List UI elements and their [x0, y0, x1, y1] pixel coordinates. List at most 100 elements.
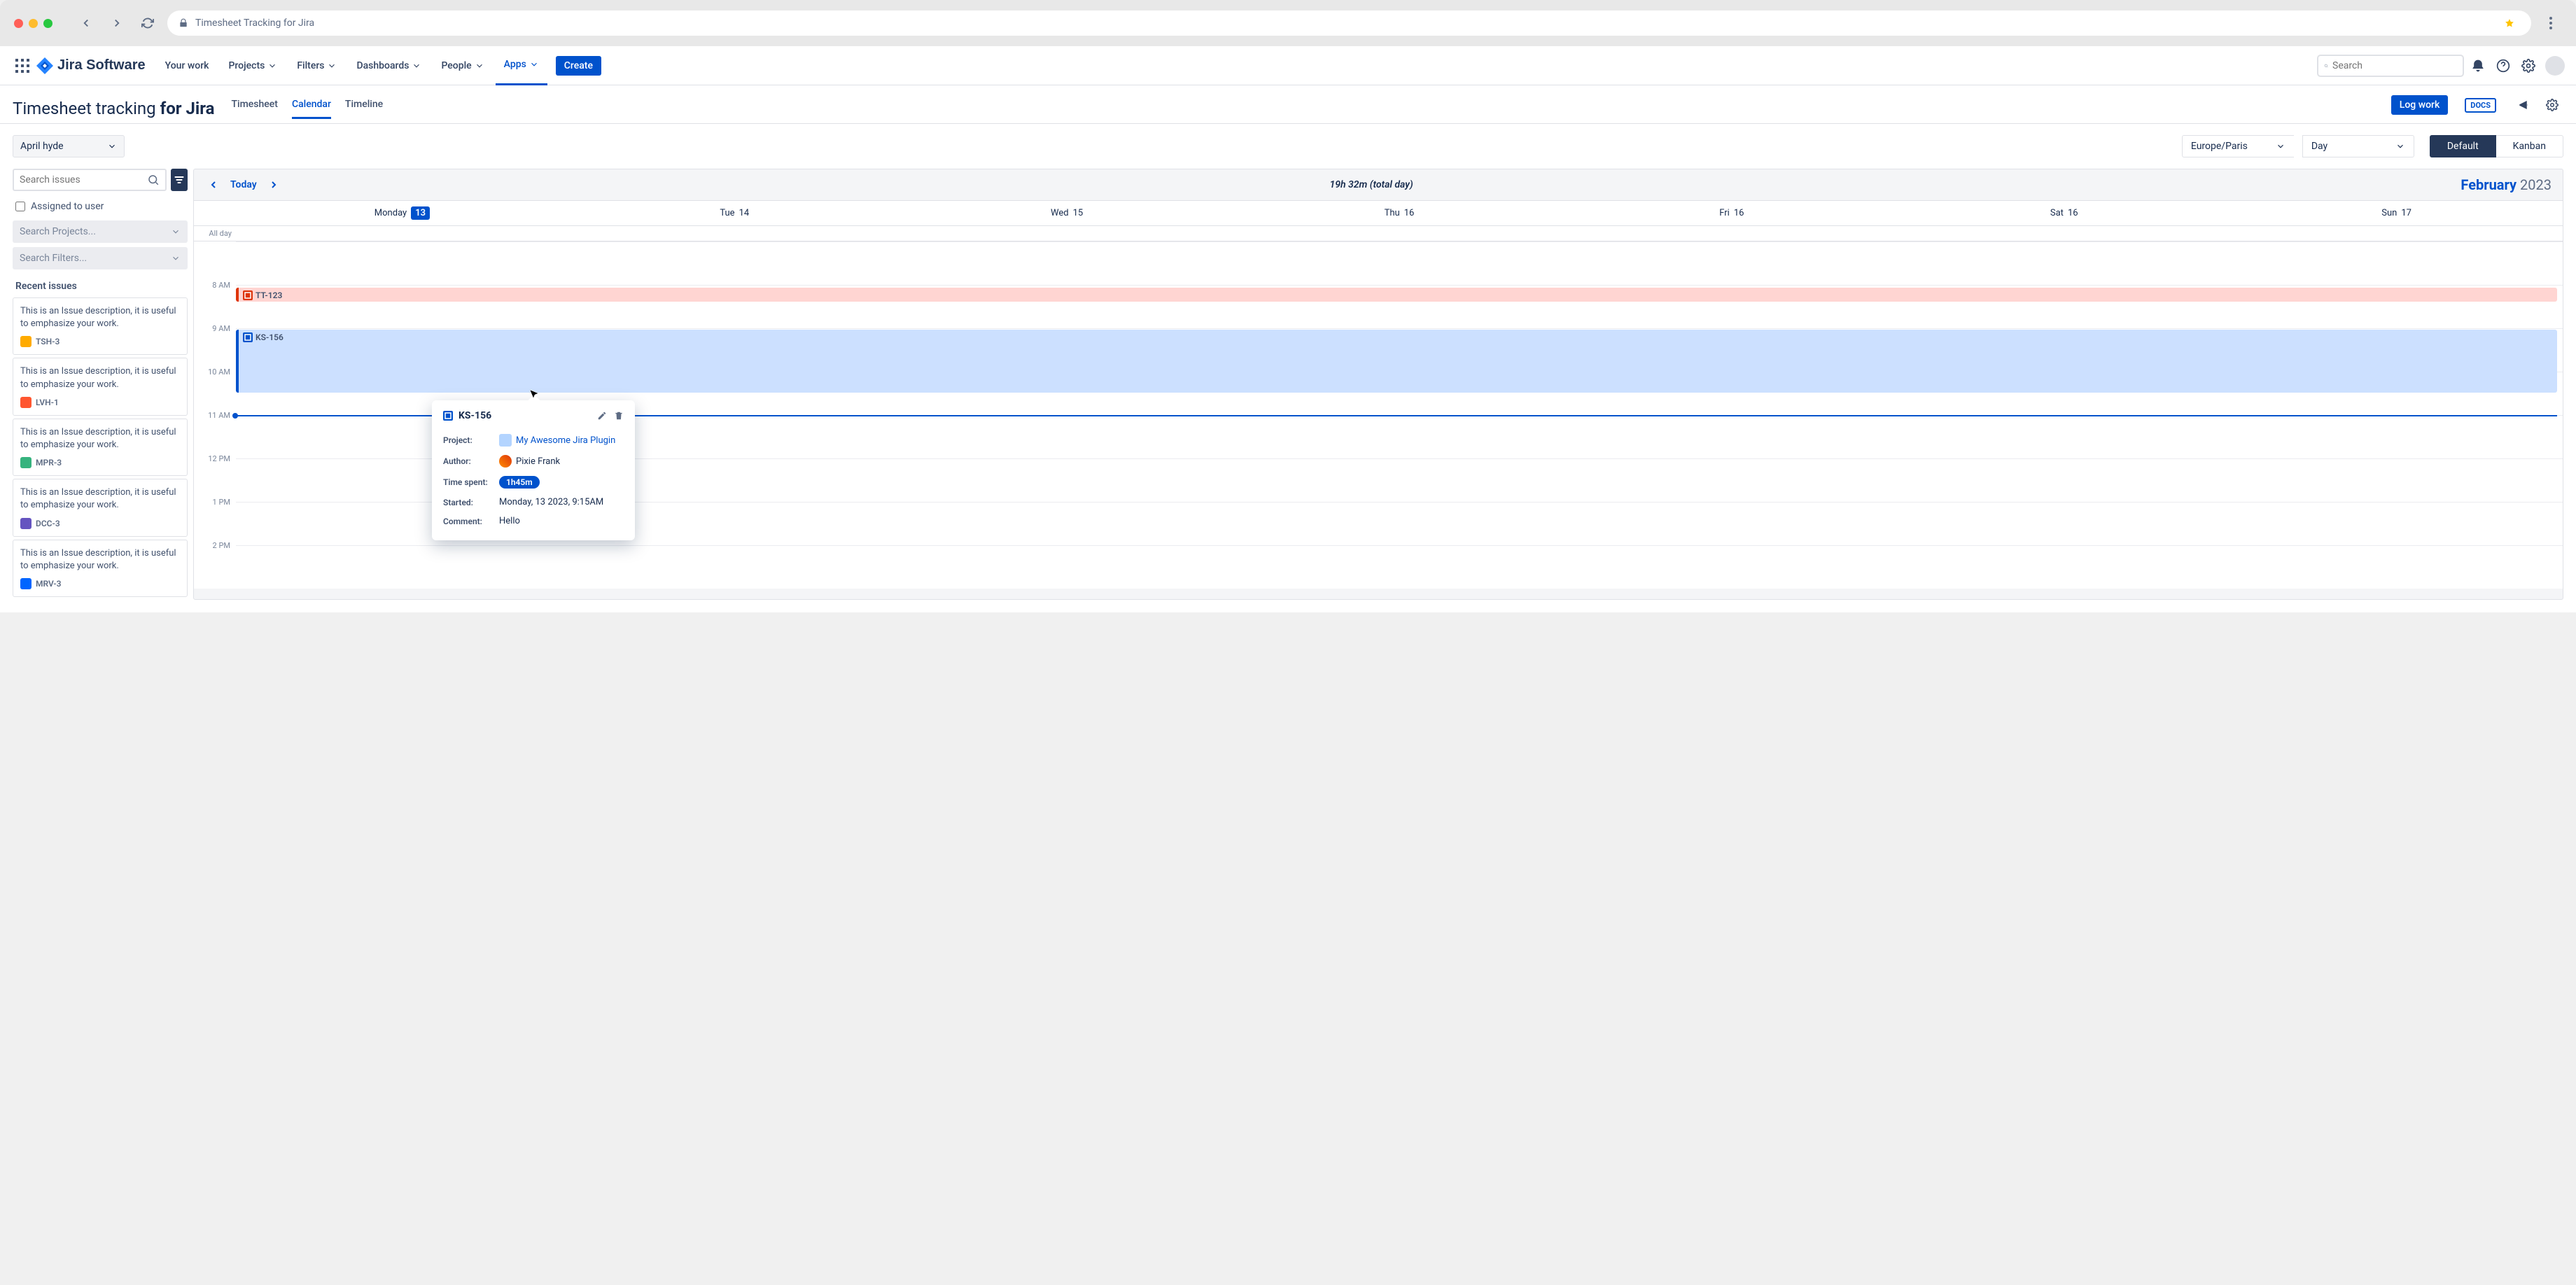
- forward-button[interactable]: [106, 12, 128, 34]
- back-button[interactable]: [75, 12, 97, 34]
- chevron-down-icon: [412, 61, 421, 71]
- app-switcher-icon[interactable]: [11, 55, 34, 77]
- calendar-event[interactable]: TT-123: [236, 288, 2557, 302]
- project-icon: [499, 434, 512, 447]
- view-select[interactable]: Day: [2302, 135, 2414, 157]
- issue-type-icon: [20, 518, 31, 529]
- delete-icon[interactable]: [614, 411, 624, 421]
- browser-chrome: Timesheet Tracking for Jira: [0, 0, 2576, 46]
- total-day-label: 19h 32m (total day): [1329, 179, 1413, 190]
- layout-tab-default[interactable]: Default: [2430, 135, 2496, 157]
- notifications-icon[interactable]: [2467, 55, 2489, 77]
- day-header: Monday 13: [236, 201, 568, 225]
- jira-logo-text: Jira Software: [57, 57, 146, 73]
- traffic-lights: [14, 19, 52, 28]
- author-avatar: [499, 455, 512, 468]
- day-header: Wed 15: [901, 201, 1233, 225]
- tab-calendar[interactable]: Calendar: [292, 99, 331, 119]
- nav-item-dashboards[interactable]: Dashboards: [348, 46, 430, 85]
- prev-period-button[interactable]: [205, 176, 222, 193]
- chevron-down-icon: [529, 59, 539, 69]
- chevron-down-icon: [171, 253, 181, 263]
- docs-button[interactable]: DOCS: [2465, 98, 2496, 113]
- time-spent-pill: 1h45m: [499, 476, 540, 489]
- issue-type-icon: [243, 332, 253, 342]
- day-header: Thu 16: [1233, 201, 1566, 225]
- user-select[interactable]: April hyde: [13, 135, 125, 157]
- issue-card[interactable]: This is an Issue description, it is usef…: [13, 297, 188, 355]
- minimize-window[interactable]: [29, 19, 38, 28]
- jira-top-nav: Jira Software Your workProjectsFiltersDa…: [0, 46, 2576, 85]
- nav-item-apps[interactable]: Apps: [496, 46, 547, 85]
- user-avatar[interactable]: [2545, 56, 2565, 76]
- help-icon[interactable]: [2492, 55, 2514, 77]
- close-window[interactable]: [14, 19, 23, 28]
- search-icon: [2324, 60, 2328, 71]
- tab-timeline[interactable]: Timeline: [345, 99, 383, 119]
- chevron-down-icon: [107, 141, 117, 151]
- day-header: Sat 16: [1898, 201, 2230, 225]
- day-header: Sun 17: [2230, 201, 2563, 225]
- reload-button[interactable]: [136, 12, 159, 34]
- browser-menu[interactable]: [2540, 17, 2562, 29]
- timezone-select[interactable]: Europe/Paris: [2182, 135, 2294, 157]
- edit-icon[interactable]: [597, 411, 607, 421]
- whats-new-icon[interactable]: [2513, 94, 2535, 116]
- issue-card[interactable]: This is an Issue description, it is usef…: [13, 540, 188, 597]
- filter-icon: [174, 174, 185, 185]
- nav-item-filters[interactable]: Filters: [288, 46, 345, 85]
- assigned-to-user-checkbox[interactable]: Assigned to user: [13, 197, 188, 216]
- settings-icon[interactable]: [2517, 55, 2540, 77]
- jira-logo-icon: [36, 57, 53, 74]
- chevron-down-icon: [327, 61, 337, 71]
- calendar-area: Today 19h 32m (total day) February 2023 …: [193, 169, 2563, 600]
- filter-button[interactable]: [171, 169, 188, 191]
- today-button[interactable]: Today: [230, 179, 257, 190]
- search-projects-select[interactable]: Search Projects...: [13, 220, 188, 243]
- global-search[interactable]: [2317, 55, 2464, 77]
- sidebar: Assigned to user Search Projects... Sear…: [13, 169, 188, 600]
- lock-icon: [178, 18, 188, 28]
- layout-tab-group: DefaultKanban: [2430, 135, 2563, 157]
- nav-item-projects[interactable]: Projects: [220, 46, 286, 85]
- chevron-down-icon: [2395, 141, 2405, 151]
- event-popover: KS-156 Project: My Awesome Jira Plugin A…: [432, 400, 635, 540]
- chevron-down-icon: [267, 61, 277, 71]
- nav-item-people[interactable]: People: [433, 46, 492, 85]
- url-bar[interactable]: Timesheet Tracking for Jira: [167, 10, 2531, 36]
- issue-type-icon: [243, 290, 253, 300]
- maximize-window[interactable]: [43, 19, 52, 28]
- search-issues-box[interactable]: [13, 169, 167, 191]
- issue-card[interactable]: This is an Issue description, it is usef…: [13, 419, 188, 476]
- calendar-event[interactable]: KS-156: [236, 330, 2557, 393]
- issue-type-icon: [20, 397, 31, 408]
- day-header: Tue 14: [568, 201, 901, 225]
- page-header: Timesheet tracking for Jira Timesheet Cal…: [0, 85, 2576, 124]
- issue-card[interactable]: This is an Issue description, it is usef…: [13, 358, 188, 415]
- log-work-button[interactable]: Log work: [2391, 95, 2449, 115]
- issue-type-icon: [20, 336, 31, 347]
- issue-type-icon: [20, 457, 31, 468]
- layout-tab-kanban[interactable]: Kanban: [2496, 135, 2563, 157]
- bookmark-star-icon[interactable]: [2505, 18, 2514, 28]
- issue-type-icon: [443, 411, 453, 421]
- popover-title: KS-156: [458, 410, 592, 421]
- tab-timesheet[interactable]: Timesheet: [232, 99, 278, 119]
- page-title: Timesheet Tracking for Jira: [195, 17, 314, 29]
- next-period-button[interactable]: [265, 176, 282, 193]
- search-issues-input[interactable]: [20, 174, 144, 185]
- project-link[interactable]: My Awesome Jira Plugin: [516, 435, 615, 446]
- chevron-down-icon: [475, 61, 484, 71]
- jira-logo[interactable]: Jira Software: [36, 57, 146, 74]
- create-button[interactable]: Create: [556, 56, 601, 76]
- nav-item-your-work[interactable]: Your work: [157, 46, 218, 85]
- page-title: Timesheet tracking for Jira: [13, 99, 215, 118]
- month-year-label: February 2023: [2460, 176, 2552, 193]
- search-filters-select[interactable]: Search Filters...: [13, 247, 188, 269]
- global-search-input[interactable]: [2332, 60, 2457, 71]
- toolbar: April hyde Europe/Paris Day DefaultKanba…: [0, 124, 2576, 169]
- recent-issues-label: Recent issues: [13, 274, 188, 297]
- page-settings-icon[interactable]: [2541, 94, 2563, 116]
- issue-card[interactable]: This is an Issue description, it is usef…: [13, 479, 188, 536]
- day-header: Fri 16: [1565, 201, 1898, 225]
